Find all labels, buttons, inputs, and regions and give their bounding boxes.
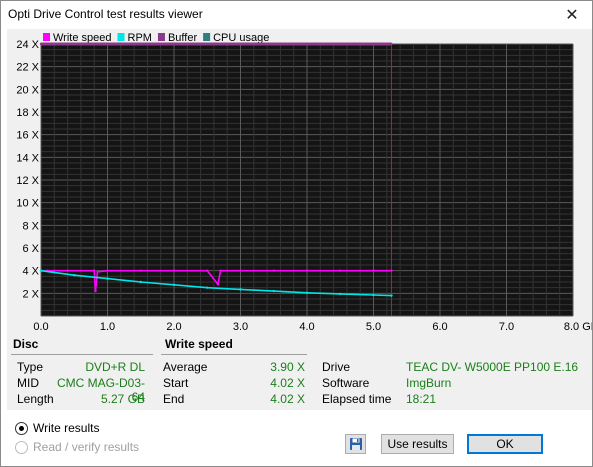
data-point xyxy=(272,289,275,293)
data-point xyxy=(305,269,309,272)
x-tick-label: 2.0 xyxy=(166,321,181,333)
disc-type-value: DVD+R DL xyxy=(85,360,145,374)
data-point xyxy=(66,269,69,272)
y-tick-label: 24 X xyxy=(16,39,39,51)
disc-mid-label: MID xyxy=(17,376,39,390)
average-label: Average xyxy=(163,360,208,374)
legend-entry: CPU usage xyxy=(213,32,269,44)
write-speed-header: Write speed xyxy=(165,337,233,351)
y-tick-label: 14 X xyxy=(16,152,39,164)
data-point xyxy=(172,269,176,272)
data-point xyxy=(216,283,220,286)
data-point xyxy=(206,286,209,289)
close-icon[interactable]: ✕ xyxy=(552,1,592,29)
data-point xyxy=(206,269,209,272)
elapsed-time-value: 18:21 xyxy=(406,392,437,406)
x-tick-label: 5.0 xyxy=(366,321,381,333)
x-tick-label: 6.0 xyxy=(432,321,447,333)
data-point xyxy=(93,269,96,272)
end-value: 4.02 X xyxy=(270,392,305,406)
y-tick-label: 22 X xyxy=(16,62,39,74)
data-point xyxy=(339,292,342,296)
floppy-disk-glyph xyxy=(349,438,362,450)
y-tick-label: 12 X xyxy=(16,175,39,187)
legend-entry: RPM xyxy=(128,32,152,44)
disc-length-value: 5.27 GB xyxy=(100,392,145,406)
software-label: Software xyxy=(322,376,370,390)
data-point xyxy=(390,42,393,46)
title-bar: Opti Drive Control test results viewer ✕ xyxy=(1,1,592,29)
data-point xyxy=(73,274,76,277)
write-results-label: Write results xyxy=(33,421,100,435)
content-panel: 24 X 22 X 20 X 18 X 16 X 14 X 12 X 10 X 8 X 6 X 4 … xyxy=(7,29,592,410)
data-point xyxy=(219,269,222,272)
data-point xyxy=(106,277,109,280)
write-results-radio[interactable]: Write results xyxy=(15,421,99,435)
disc-header: Disc xyxy=(13,337,39,351)
data-point xyxy=(272,269,275,272)
legend-swatch xyxy=(203,33,211,41)
data-point xyxy=(390,269,393,272)
y-tick-label: 16 X xyxy=(16,130,39,142)
legend-swatch xyxy=(117,33,125,41)
data-point xyxy=(106,269,109,272)
data-point xyxy=(239,288,242,291)
floppy-disk-icon[interactable] xyxy=(345,434,366,454)
legend-swatch xyxy=(43,33,50,41)
use-results-button[interactable]: Use results xyxy=(381,434,454,454)
y-tick-label: 10 X xyxy=(16,198,39,210)
data-point xyxy=(94,289,97,293)
drive-label: Drive xyxy=(322,360,351,374)
y-tick-label: 8 X xyxy=(22,220,39,232)
average-value: 3.90 X xyxy=(270,360,305,374)
legend-entry: Buffer xyxy=(168,32,197,44)
data-point xyxy=(339,269,342,272)
disc-type-label: Type xyxy=(17,360,44,374)
data-point xyxy=(39,42,43,46)
data-point xyxy=(390,294,393,297)
legend-swatch xyxy=(157,33,165,41)
data-point xyxy=(172,283,176,287)
drive-value: TEAC DV- W5000E PP100 E.16 xyxy=(406,360,579,374)
read-verify-results-label: Read / verify results xyxy=(33,440,140,454)
data-point xyxy=(305,291,309,294)
disc-divider xyxy=(11,354,153,355)
radio-unselected-icon xyxy=(15,440,28,454)
y-tick-label: 6 X xyxy=(22,243,39,255)
end-label: End xyxy=(163,392,185,406)
x-tick-label: 1.0 xyxy=(100,321,115,333)
y-tick-label: 18 X xyxy=(16,107,39,119)
data-point xyxy=(139,280,142,284)
data-point xyxy=(239,269,242,272)
write-speed-divider xyxy=(161,354,307,355)
bottom-bar: Write results Read / verify results Use … xyxy=(1,410,592,466)
software-value: ImgBurn xyxy=(406,376,452,390)
data-point xyxy=(39,269,43,272)
x-tick-label: 4.0 xyxy=(299,321,314,333)
x-tick-label: 3.0 xyxy=(233,321,248,333)
legend-entry: Write speed xyxy=(53,32,112,44)
read-verify-results-radio[interactable]: Read / verify results xyxy=(15,440,139,454)
y-tick-label: 2 X xyxy=(22,288,39,300)
y-tick-label: 20 X xyxy=(16,84,39,96)
results-viewer-window: Opti Drive Control test results viewer ✕… xyxy=(0,0,593,467)
data-point xyxy=(96,270,99,273)
window-title: Opti Drive Control test results viewer xyxy=(8,7,203,21)
start-label: Start xyxy=(163,376,189,390)
data-point xyxy=(372,293,375,297)
x-tick-label: 8.0 GB xyxy=(564,321,592,333)
x-tick-label: 7.0 xyxy=(499,321,514,333)
y-tick-label: 4 X xyxy=(22,266,39,278)
data-point xyxy=(372,269,375,272)
x-tick-label: 0.0 xyxy=(33,321,48,333)
ok-button[interactable]: OK xyxy=(467,434,543,454)
elapsed-time-label: Elapsed time xyxy=(322,392,392,406)
start-value: 4.02 X xyxy=(270,376,305,390)
data-point xyxy=(139,269,142,272)
radio-selected-icon xyxy=(15,421,28,435)
speed-chart: 24 X 22 X 20 X 18 X 16 X 14 X 12 X 10 X 8 X 6 X 4 … xyxy=(16,32,592,333)
